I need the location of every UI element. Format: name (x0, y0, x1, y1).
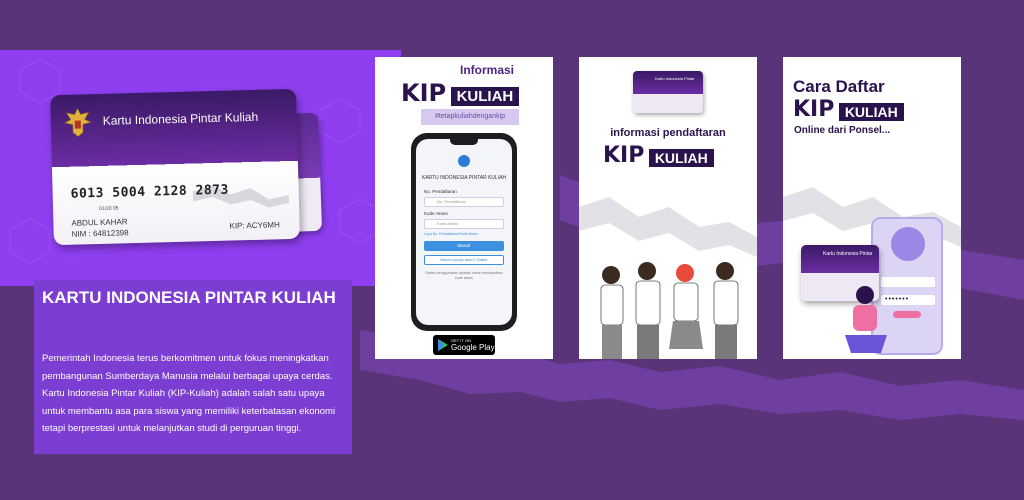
panel1-kuliah-badge: KULIAH (450, 87, 520, 107)
phone-mockup: KARTU INDONESIA PINTAR KULIAH No. Pendaf… (411, 133, 517, 331)
panel2-card-title: Kartu Indonesia Pintar (655, 76, 695, 81)
panel3-subtitle: Online dari Ponsel... (794, 125, 891, 136)
forgot-link[interactable]: Lupa No. Pendaftaran/Kode Akses (424, 232, 478, 236)
panel1-kip-heading: KIP KULIAH (401, 79, 520, 107)
hero-card-banner: Kartu Indonesia Pintar Kuliah 6013 5004 … (0, 50, 401, 286)
panel2-subtitle: informasi pendaftaran (610, 127, 726, 139)
panel1-label: Informasi (460, 63, 515, 77)
google-play-button[interactable]: GET IT ON Google Play (433, 335, 495, 355)
card-holder-name: ABDUL KAHAR (71, 217, 128, 228)
panel2-kip-card: Kartu Indonesia Pintar (633, 71, 703, 113)
panel2-kip-text: KIP (603, 143, 645, 168)
panel1-kip-text: KIP (401, 79, 447, 107)
form-note: Daftar menggunakan aplikasi untuk mendap… (425, 271, 503, 280)
panel2-kuliah-badge: KULIAH (648, 148, 714, 167)
user-avatar-icon (891, 227, 925, 261)
app-name: KARTU INDONESIA PINTAR KULIAH (421, 175, 507, 181)
register-button[interactable]: Belum punya akun? Daftar (424, 255, 504, 265)
hashtag-badge: #tetapkuliahdengankip (421, 109, 519, 125)
panel-informasi-pendaftaran: Kartu Indonesia Pintar informasi pendaft… (579, 57, 757, 359)
info-title: KARTU INDONESIA PINTAR KULIAH (42, 288, 336, 307)
students-illustration (600, 262, 739, 359)
panel3-kip-text: KIP (793, 97, 835, 122)
phone-notch (450, 139, 478, 145)
kip-card-front: Kartu Indonesia Pintar Kuliah 6013 5004 … (50, 88, 300, 246)
access-code-input[interactable]: Kode Akses (424, 219, 504, 229)
info-section: KARTU INDONESIA PINTAR KULIAH Pemerintah… (34, 280, 352, 454)
card-kip-id: KIP: ACY6MH (229, 220, 280, 231)
phone-screen: KARTU INDONESIA PINTAR KULIAH No. Pendaf… (416, 139, 512, 325)
panel-informasi: Informasi KIP KULIAH #tetapkuliahdengank… (375, 57, 553, 359)
woman-with-phone-illustration (845, 286, 887, 353)
panel3-kip-heading: KIP KULIAH (793, 97, 904, 122)
app-logo-icon (458, 155, 470, 167)
card-title: Kartu Indonesia Pintar Kuliah (102, 109, 259, 128)
card-nim: NIM : 64812398 (71, 228, 129, 239)
panel3-title: Cara Daftar (793, 77, 885, 96)
login-submit-graphic (893, 311, 921, 318)
login-button[interactable]: Masuk (424, 241, 504, 251)
panel3-kuliah-badge: KULIAH (838, 102, 904, 121)
registration-number-input[interactable]: No. Pendaftaran (424, 197, 504, 207)
panel3-card-title: Kartu Indonesia Pintar (823, 251, 873, 257)
gplay-big-text: Google Play (451, 343, 495, 352)
play-store-icon (438, 339, 448, 351)
panel2-kip-heading: KIP KULIAH (603, 143, 714, 168)
panel-cara-daftar: Cara Daftar KIP KULIAH Online dari Ponse… (783, 57, 961, 359)
field2-label: Kode Akses (424, 211, 448, 216)
garuda-emblem-icon (63, 107, 92, 137)
info-description: Pemerintah Indonesia terus berkomitmen u… (42, 353, 336, 434)
field1-label: No. Pendaftaran (424, 189, 457, 194)
card-validity: 01/20 05 (98, 205, 119, 213)
